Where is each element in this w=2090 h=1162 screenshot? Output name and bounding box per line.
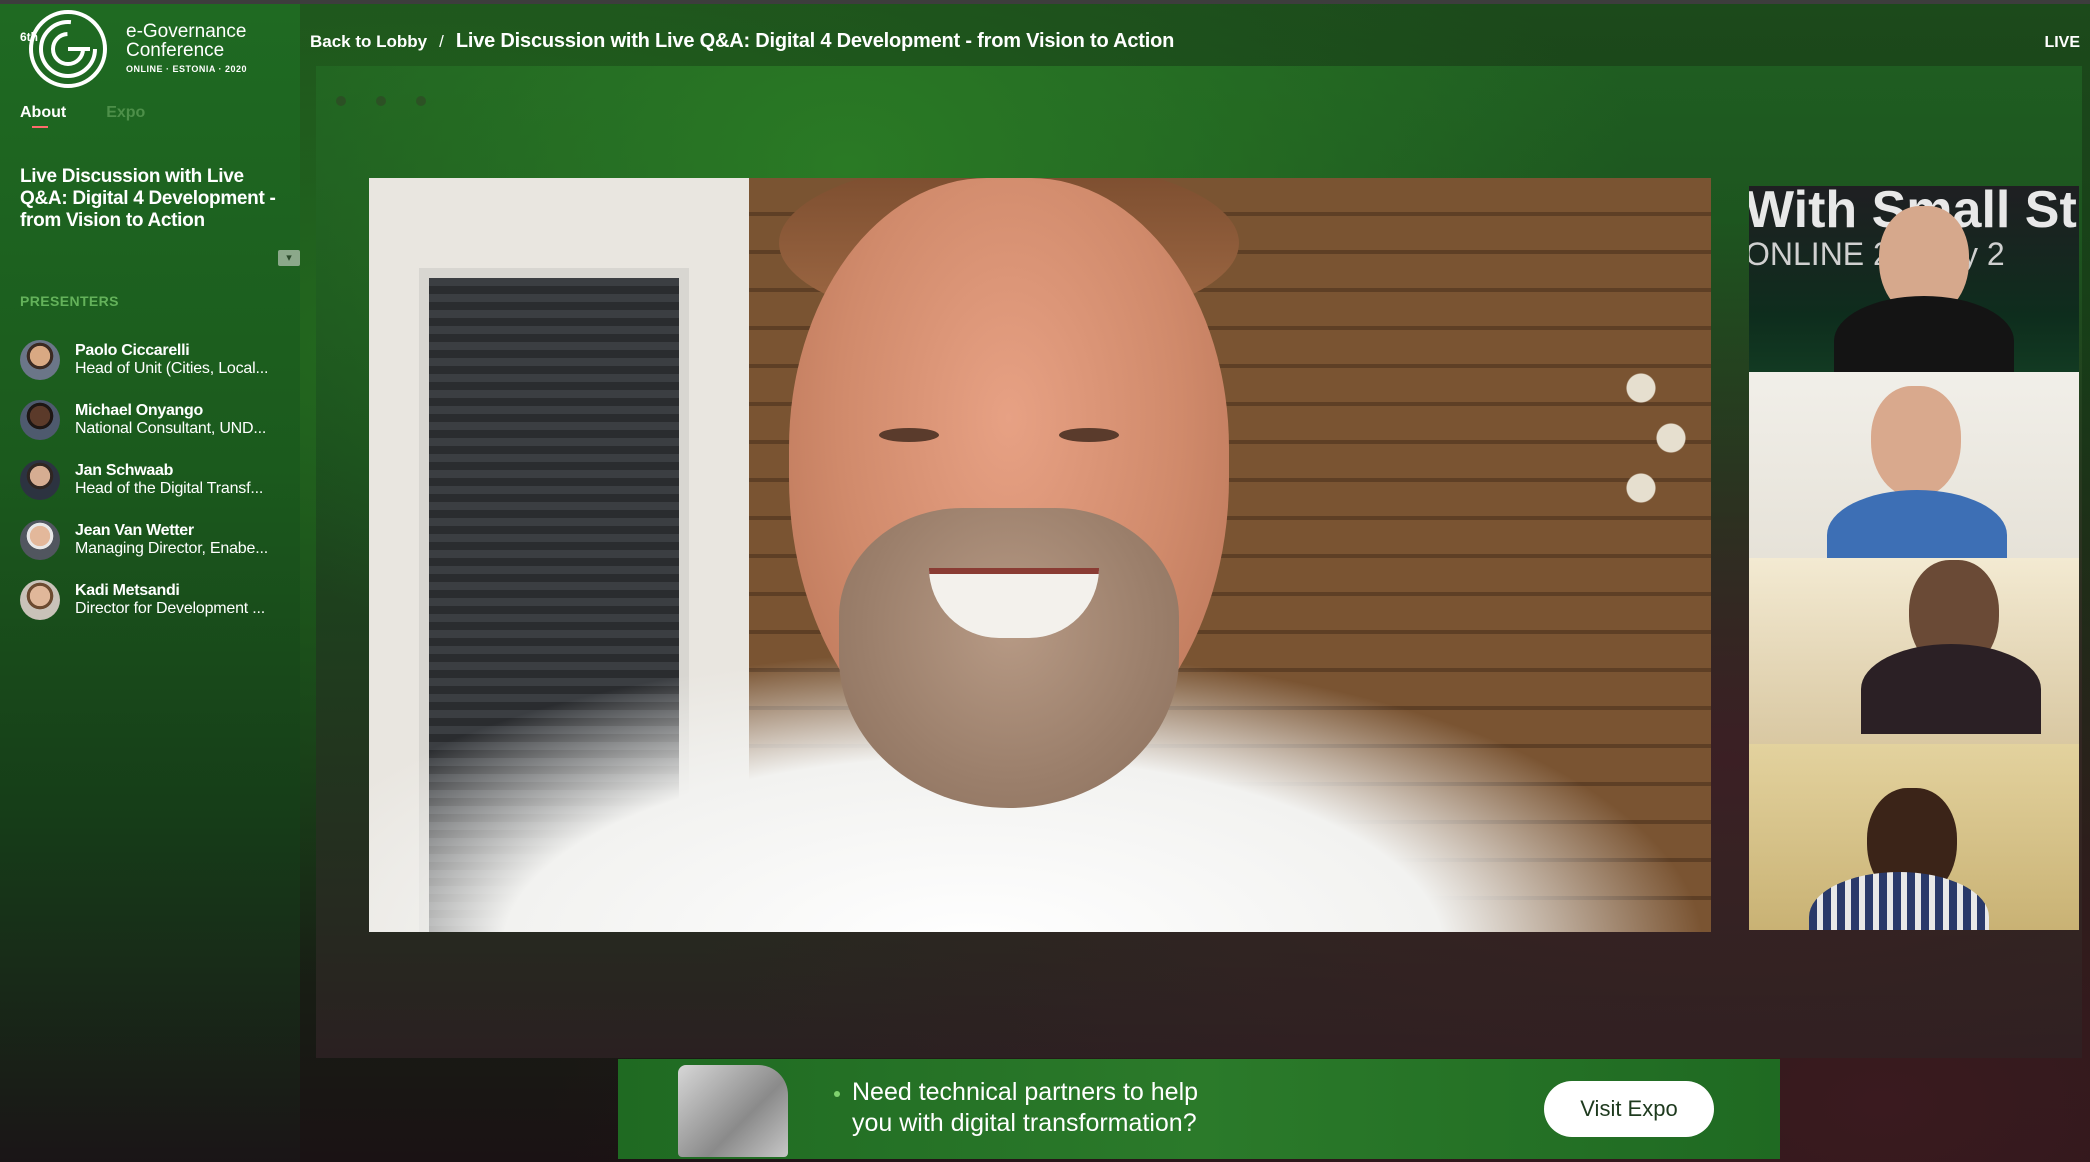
speaker-eye <box>1059 428 1119 442</box>
presenter-role: National Consultant, UND... <box>75 420 267 437</box>
participant-body <box>1834 296 2014 372</box>
presenter-item[interactable]: Jan Schwaab Head of the Digital Transf..… <box>20 450 290 510</box>
participant-body <box>1809 872 1989 930</box>
presenter-name: Michael Onyango <box>75 402 203 419</box>
avatar <box>20 520 60 560</box>
participant-video[interactable] <box>1749 372 2079 558</box>
decor-dot <box>336 96 346 106</box>
collapse-toggle-icon[interactable]: ▾ <box>278 250 300 266</box>
presenter-item[interactable]: Paolo Ciccarelli Head of Unit (Cities, L… <box>20 330 290 390</box>
presenter-role: Director for Development ... <box>75 600 266 617</box>
breadcrumb-separator: / <box>439 31 444 51</box>
logo-text: e-Governance Conference ONLINE · ESTONIA… <box>126 22 247 74</box>
promo-text: Need technical partners to help you with… <box>852 1077 1198 1139</box>
presenter-name: Paolo Ciccarelli <box>75 342 190 359</box>
logo-subtitle: ONLINE · ESTONIA · 2020 <box>126 64 248 74</box>
participant-body <box>1861 644 2041 734</box>
avatar <box>20 580 60 620</box>
speaker-beard <box>839 508 1179 808</box>
logo-title-line1: e-Governance <box>126 21 247 42</box>
expo-promo-banner[interactable]: Need technical partners to help you with… <box>618 1059 1780 1159</box>
session-title: Live Discussion with Live Q&A: Digital 4… <box>20 166 276 231</box>
decor-dot <box>416 96 426 106</box>
bullet-icon <box>834 1091 840 1097</box>
tab-about[interactable]: About <box>20 104 66 128</box>
avatar <box>20 340 60 380</box>
participant-face <box>1871 386 1961 498</box>
presenter-item[interactable]: Michael Onyango National Consultant, UND… <box>20 390 290 450</box>
conference-logo[interactable]: 6th e-Governance Conference ONLINE · EST… <box>18 8 298 92</box>
presenter-name: Kadi Metsandi <box>75 582 180 599</box>
logo-title-line2: Conference <box>126 40 225 61</box>
avatar <box>20 460 60 500</box>
promo-line-2: you with digital transformation? <box>852 1109 1197 1137</box>
avatar <box>20 400 60 440</box>
presenter-name: Jan Schwaab <box>75 462 174 479</box>
visit-expo-button[interactable]: Visit Expo <box>1544 1081 1714 1137</box>
presenter-role: Head of Unit (Cities, Local... <box>75 360 269 377</box>
tab-expo[interactable]: Expo <box>106 104 145 128</box>
decor-dot <box>376 96 386 106</box>
presenter-role: Managing Director, Enabe... <box>75 540 268 557</box>
participant-video-list: With Small St ONLINE 21 May 2 <box>1749 186 2079 930</box>
participant-video[interactable] <box>1749 744 2079 930</box>
top-divider <box>0 0 2090 4</box>
video-paper-rolls <box>1611 348 1711 548</box>
live-badge: LIVE <box>2044 34 2080 51</box>
breadcrumb: Back to Lobby / Live Discussion with Liv… <box>310 30 1174 53</box>
participant-video[interactable]: With Small St ONLINE 21 May 2 <box>1749 186 2079 372</box>
app-root: 6th e-Governance Conference ONLINE · EST… <box>0 0 2090 1162</box>
participant-video[interactable] <box>1749 558 2079 744</box>
back-to-lobby-link[interactable]: Back to Lobby <box>310 32 427 52</box>
logo-edition: 6th <box>20 30 38 44</box>
robot-illustration-icon <box>678 1065 788 1157</box>
page-title: Live Discussion with Live Q&A: Digital 4… <box>455 30 1175 52</box>
speaker <box>729 178 1349 932</box>
presenter-item[interactable]: Jean Van Wetter Managing Director, Enabe… <box>20 510 290 570</box>
presenters-list: Paolo Ciccarelli Head of Unit (Cities, L… <box>20 330 290 630</box>
presenter-role: Head of the Digital Transf... <box>75 480 264 497</box>
main-speaker-video[interactable] <box>369 178 1711 932</box>
presenter-item[interactable]: Kadi Metsandi Director for Development .… <box>20 570 290 630</box>
promo-line-1: Need technical partners to help <box>852 1078 1199 1106</box>
speaker-eye <box>879 428 939 442</box>
conference-logo-icon <box>29 10 107 88</box>
participant-body <box>1827 490 2007 558</box>
presenter-name: Jean Van Wetter <box>75 522 194 539</box>
sidebar: 6th e-Governance Conference ONLINE · EST… <box>0 4 300 1162</box>
presenters-heading: PRESENTERS <box>20 293 119 309</box>
sidebar-tabs: About Expo <box>20 104 145 128</box>
